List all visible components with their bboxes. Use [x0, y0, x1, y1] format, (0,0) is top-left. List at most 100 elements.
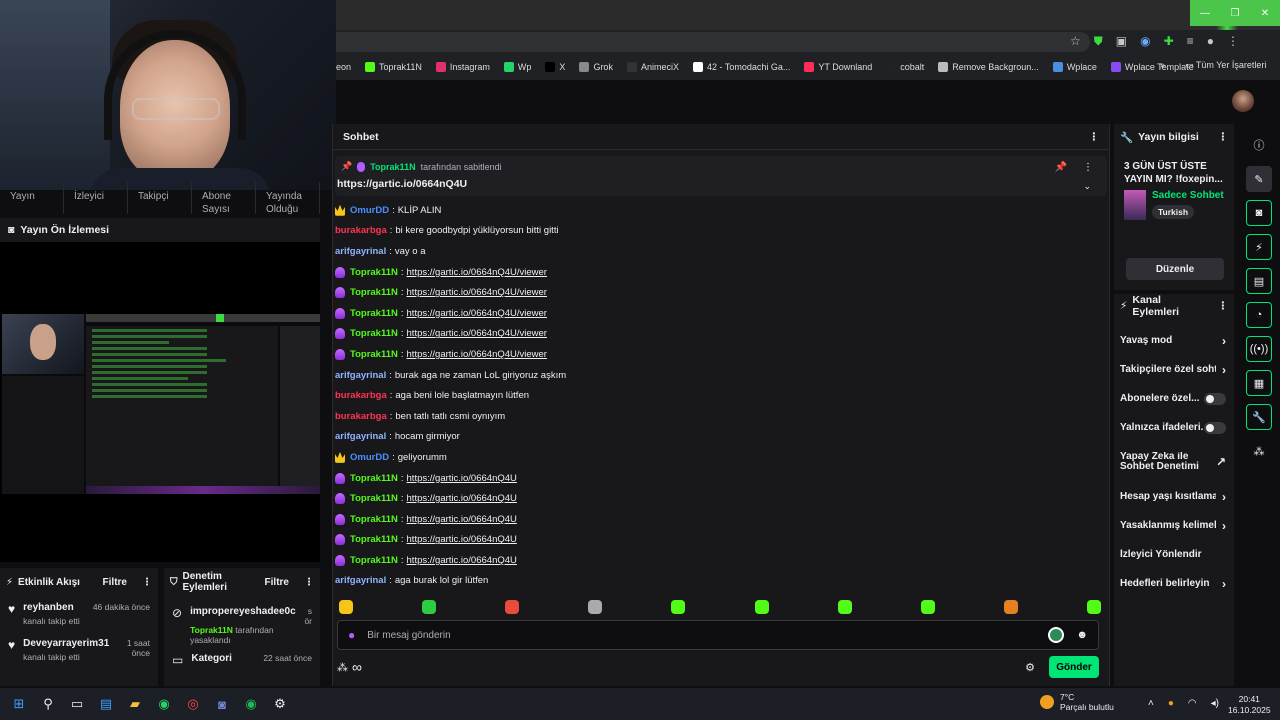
broadcast-icon[interactable]: ((•)): [1246, 336, 1272, 362]
community-icon[interactable]: ⁂: [1246, 438, 1272, 464]
broadcaster-badge-icon[interactable]: [335, 554, 345, 566]
bookmark-item[interactable]: Wplace: [1052, 62, 1097, 72]
bookmark-item[interactable]: AnimeciX: [626, 62, 679, 72]
chat-link[interactable]: https://gartic.io/0664nQ4U: [407, 473, 517, 484]
grammarly-icon[interactable]: [1048, 627, 1065, 643]
bookmark-item[interactable]: eon: [336, 62, 351, 72]
bookmark-item[interactable]: Grok: [579, 62, 613, 72]
screenshot-icon[interactable]: ▣: [1116, 34, 1127, 49]
wifi-icon[interactable]: ◠: [1188, 698, 1197, 709]
channel-action-item[interactable]: Hedefleri belirleyin ›: [1114, 569, 1234, 598]
channel-action-item[interactable]: Yasaklanmış kelimele ›: [1114, 511, 1234, 540]
emote-icon[interactable]: [837, 600, 852, 614]
chat-username[interactable]: Toprak11N: [350, 287, 398, 298]
channel-action-item[interactable]: Takipçilere özel soht ›: [1114, 355, 1234, 384]
broadcaster-badge-icon[interactable]: [335, 266, 345, 278]
chat-link[interactable]: https://gartic.io/0664nQ4U/viewer: [407, 287, 547, 298]
chat-username[interactable]: burakarbga: [335, 390, 387, 401]
chat-username[interactable]: Toprak11N: [350, 514, 398, 525]
tag-badge[interactable]: Turkish: [1152, 205, 1195, 219]
pencil-icon[interactable]: ✎: [1246, 166, 1272, 192]
chat-username[interactable]: Toprak11N: [350, 493, 398, 504]
chat-message[interactable]: arifgayrinal: hocam girmiyor: [335, 427, 1105, 448]
chat-message[interactable]: Toprak11N: https://gartic.io/0664nQ4U/vie…: [335, 262, 1105, 283]
chevron-right-icon[interactable]: ›: [1222, 577, 1226, 591]
emoji-icon[interactable]: ☻: [1076, 629, 1088, 641]
emote-icon[interactable]: [1003, 600, 1018, 614]
moderation-item[interactable]: ⊘ improperey­eshadee0cp Toprak11N tarafı…: [164, 596, 320, 651]
gear-icon[interactable]: ⚙: [1025, 661, 1035, 674]
all-bookmarks[interactable]: ▭ Tüm Yer İşaretleri: [1185, 60, 1266, 71]
minimize-icon[interactable]: —: [1190, 0, 1220, 26]
notes-icon[interactable]: ▤: [1246, 268, 1272, 294]
chat-username[interactable]: Toprak11N: [350, 328, 398, 339]
toggle-switch[interactable]: [1204, 392, 1226, 405]
chat-message[interactable]: Toprak11N: https://gartic.io/0664nQ4U/vie…: [335, 303, 1105, 324]
weather-widget[interactable]: 7°C Parçalı bulutlu: [1040, 692, 1114, 712]
chat-message[interactable]: Toprak11N: https://gartic.io/0664nQ4U: [335, 468, 1105, 489]
clock[interactable]: 20:41 16.10.2025: [1228, 694, 1271, 716]
wrench-icon[interactable]: 🔧: [1246, 404, 1272, 430]
chrome-icon[interactable]: ◎: [183, 694, 203, 714]
chat-message[interactable]: arifgayrinal: vay o a: [335, 241, 1105, 262]
chat-bubble-icon[interactable]: ◔: [1246, 302, 1272, 328]
kebab-icon[interactable]: ⋮: [1083, 162, 1093, 173]
chat-username[interactable]: Toprak11N: [350, 267, 398, 278]
emote-icon[interactable]: [339, 600, 353, 614]
pinned-link[interactable]: https://gartic.io/0664nQ4U: [337, 178, 467, 190]
pinned-message[interactable]: 📌 Toprak11N tarafından sabitlendi https:…: [335, 156, 1107, 196]
chat-message[interactable]: burakarbga: aga beni lole başlatmayın lüt…: [335, 385, 1105, 406]
chat-message[interactable]: Toprak11N: https://gartic.io/0664nQ4U: [335, 488, 1105, 509]
chat-link[interactable]: https://gartic.io/0664nQ4U: [407, 514, 517, 525]
chat-username[interactable]: OmurDD: [350, 205, 389, 216]
menu-icon[interactable]: ≡: [1187, 34, 1194, 49]
chevron-right-icon[interactable]: ›: [1222, 363, 1226, 377]
windows-start-icon[interactable]: ⊞: [9, 694, 29, 714]
broadcaster-badge-icon[interactable]: [335, 307, 345, 319]
kebab-icon[interactable]: ⋮: [1218, 131, 1229, 143]
chat-link[interactable]: https://gartic.io/0664nQ4U/viewer: [407, 308, 547, 319]
kebab-icon[interactable]: ⋮: [142, 577, 152, 588]
category-thumbnail[interactable]: [1124, 190, 1146, 220]
channel-action-item[interactable]: İzleyici Yönlendir: [1114, 540, 1234, 569]
profile-icon[interactable]: ●: [1207, 34, 1214, 49]
widgets-icon[interactable]: ▤: [96, 694, 116, 714]
activity-filter-button[interactable]: Filtre: [103, 577, 127, 588]
emote-icon[interactable]: [671, 600, 686, 614]
chat-message[interactable]: Toprak11N: https://gartic.io/0664nQ4U: [335, 530, 1105, 551]
chat-username[interactable]: arifgayrinal: [335, 370, 386, 381]
chat-username[interactable]: burakarbga: [335, 225, 387, 236]
kebab-icon[interactable]: ⋮: [1227, 34, 1239, 49]
search-icon[interactable]: ⚲: [38, 694, 58, 714]
discord-icon[interactable]: ◙: [212, 694, 232, 714]
chat-username[interactable]: arifgayrinal: [335, 246, 386, 257]
chat-message[interactable]: burakarbga: bi kere goodbydpi yüklüyorsun…: [335, 221, 1105, 242]
chat-link[interactable]: https://gartic.io/0664nQ4U/viewer: [407, 267, 547, 278]
emote-icon[interactable]: [588, 600, 603, 614]
emote-icon[interactable]: [422, 600, 437, 614]
activity-item[interactable]: ♥ Deveyarrayerim31 kanalı takip etti 1 s…: [0, 632, 158, 668]
chat-username[interactable]: Toprak11N: [350, 555, 398, 566]
stream-preview-video[interactable]: [2, 314, 320, 494]
unpin-icon[interactable]: 📌: [1055, 162, 1067, 173]
emote-icon[interactable]: [1086, 600, 1101, 614]
stack-icon[interactable]: ▦: [1246, 370, 1272, 396]
bolt-icon[interactable]: ⚡: [1246, 234, 1272, 260]
preview-icon[interactable]: ◙: [1246, 200, 1272, 226]
chevron-down-icon[interactable]: ⌄: [1083, 181, 1091, 192]
whatsapp-icon[interactable]: ◉: [154, 694, 174, 714]
chat-message[interactable]: arifgayrinal: aga burak lol gir lütfen: [335, 571, 1105, 592]
crown-badge-icon[interactable]: [335, 451, 345, 463]
moderation-item[interactable]: ▭ Kategori 22 saat önce: [164, 651, 320, 673]
broadcaster-badge-icon[interactable]: [335, 534, 345, 546]
emote-icon[interactable]: [754, 600, 769, 614]
crown-badge-icon[interactable]: [335, 204, 345, 216]
mic-icon[interactable]: ●: [1168, 698, 1174, 709]
chat-message[interactable]: OmurDD: geliyorumm: [335, 447, 1105, 468]
spotify-icon[interactable]: ◉: [241, 694, 261, 714]
kebab-icon[interactable]: ⋮: [304, 577, 314, 588]
info-icon[interactable]: ⓘ: [1246, 132, 1272, 158]
category-name[interactable]: Sadece Sohbet: [1152, 190, 1224, 201]
audio-icon[interactable]: ◉: [1140, 34, 1150, 49]
channel-action-item[interactable]: Hesap yaşı kısıtlama ›: [1114, 482, 1234, 511]
